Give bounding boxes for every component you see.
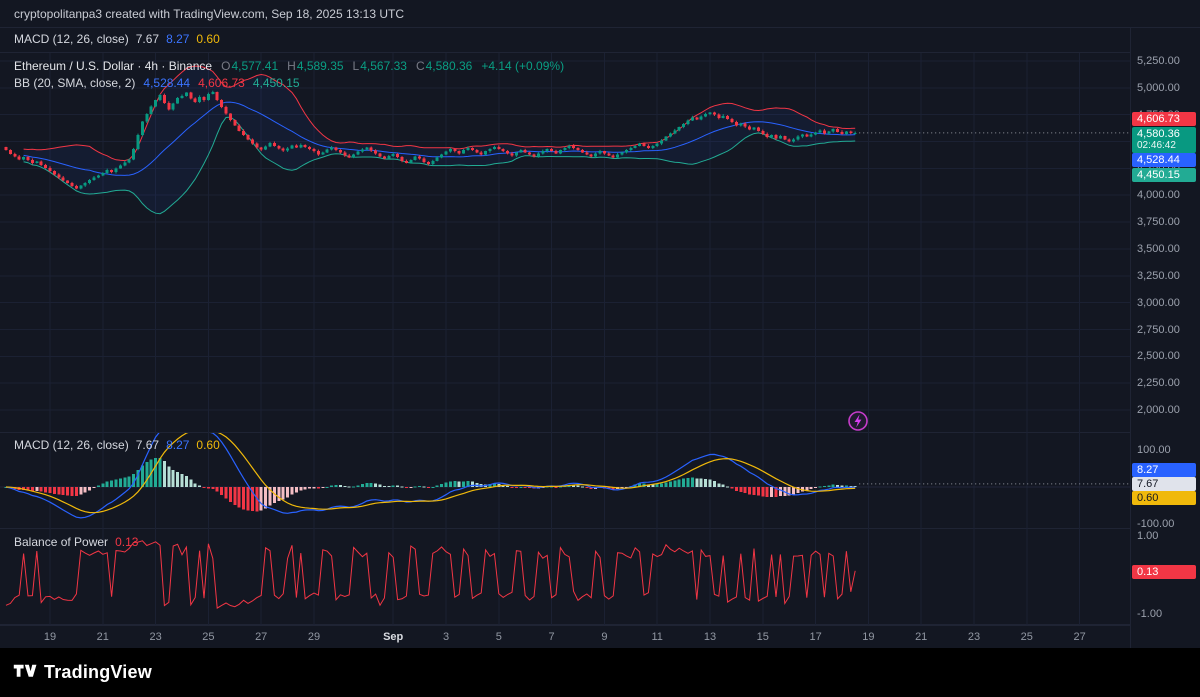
time-tick-label: 23 <box>149 631 161 643</box>
tradingview-chart-window: cryptopolitanpa3 created with TradingVie… <box>0 0 1200 697</box>
watermark-text: cryptopolitanpa3 created with TradingVie… <box>14 7 404 21</box>
axis-tick-label: 3,250.00 <box>1137 270 1180 282</box>
macd-signal-value: 0.60 <box>196 32 219 46</box>
macd-histogram-value: 7.67 <box>136 32 159 46</box>
bb-lower-price-badge: 4,450.15 <box>1132 168 1196 182</box>
price-chart-plot[interactable] <box>0 53 1130 433</box>
bop-legend: Balance of Power 0.13 <box>14 535 138 549</box>
axis-tick-label: 3,000.00 <box>1137 297 1180 309</box>
macd-legend-title[interactable]: MACD (12, 26, close) <box>14 32 129 46</box>
bop-value-badge: 0.13 <box>1132 565 1196 579</box>
macd-histogram-value: 7.67 <box>136 438 159 452</box>
axis-tick-label: 2,250.00 <box>1137 377 1180 389</box>
time-tick-label: 25 <box>1021 631 1033 643</box>
bottom-bar: TradingView <box>0 648 1200 697</box>
axis-tick-label: 3,500.00 <box>1137 243 1180 255</box>
close-value: C4,580.36 <box>416 59 472 73</box>
axis-tick-label: 3,750.00 <box>1137 216 1180 228</box>
price-change: +4.14 (+0.09%) <box>481 59 564 73</box>
macd-line-badge: 8.27 <box>1132 463 1196 477</box>
symbol-title[interactable]: Ethereum / U.S. Dollar · 4h · Binance <box>14 59 212 73</box>
bop-value: 0.13 <box>115 535 138 549</box>
chart-watermark-icon <box>846 409 870 433</box>
time-tick-label: 3 <box>443 631 449 643</box>
time-tick-label: Sep <box>383 631 403 643</box>
bb-upper-price-badge: 4,606.73 <box>1132 112 1196 126</box>
bollinger-legend: BB (20, SMA, close, 2) 4,528.44 4,606.73… <box>14 76 300 90</box>
macd-line-value: 8.27 <box>166 32 189 46</box>
last-price-countdown-badge: 4,580.3602:46:42 <box>1132 127 1196 153</box>
time-tick-label: 19 <box>862 631 874 643</box>
macd-pane-legend: MACD (12, 26, close) 7.67 8.27 0.60 <box>14 438 220 452</box>
macd-signal-value: 0.60 <box>196 438 219 452</box>
axis-tick-label: 5,250.00 <box>1137 55 1180 67</box>
bop-legend-title[interactable]: Balance of Power <box>14 535 108 549</box>
macd-pane[interactable]: MACD (12, 26, close) 7.67 8.27 0.60 <box>0 433 1130 529</box>
bb-upper-value: 4,606.73 <box>198 76 245 90</box>
axis-tick-label: 1.00 <box>1137 530 1158 542</box>
time-tick-label: 29 <box>308 631 320 643</box>
axis-tick-label: 100.00 <box>1137 444 1171 456</box>
bb-lower-value: 4,450.15 <box>253 76 300 90</box>
tradingview-logo[interactable]: TradingView <box>0 658 152 688</box>
bb-basis-price-badge: 4,528.44 <box>1132 153 1196 167</box>
axis-tick-label: -100.00 <box>1137 518 1174 530</box>
symbol-legend: Ethereum / U.S. Dollar · 4h · Binance O4… <box>14 59 564 73</box>
time-tick-label: 15 <box>757 631 769 643</box>
time-tick-label: 19 <box>44 631 56 643</box>
tradingview-wordmark: TradingView <box>44 662 152 683</box>
axis-tick-label: 2,000.00 <box>1137 404 1180 416</box>
balance-of-power-pane[interactable]: Balance of Power 0.13 <box>0 529 1130 625</box>
high-value: H4,589.35 <box>287 59 343 73</box>
time-axis[interactable]: 19 21 23 25 27 29 Sep 3 5 7 9 11 13 15 17 19 21 23 25 27 <box>0 625 1130 648</box>
time-tick-label: 11 <box>651 631 662 643</box>
time-tick-label: 17 <box>809 631 821 643</box>
axis-tick-label: 5,000.00 <box>1137 82 1180 94</box>
bollinger-legend-title[interactable]: BB (20, SMA, close, 2) <box>14 76 135 90</box>
axis-tick-label: 4,000.00 <box>1137 189 1180 201</box>
time-tick-label: 21 <box>97 631 109 643</box>
watermark-bar: cryptopolitanpa3 created with TradingVie… <box>0 0 1200 28</box>
axis-tick-label: 2,750.00 <box>1137 324 1180 336</box>
bb-basis-value: 4,528.44 <box>143 76 190 90</box>
time-tick-label: 23 <box>968 631 980 643</box>
low-value: L4,567.33 <box>353 59 407 73</box>
time-tick-label: 21 <box>915 631 927 643</box>
macd-line-value: 8.27 <box>166 438 189 452</box>
bop-chart-plot[interactable] <box>0 529 1130 625</box>
axis-tick-label: 2,500.00 <box>1137 350 1180 362</box>
macd-top-strip-pane[interactable]: MACD (12, 26, close) 7.67 8.27 0.60 <box>0 28 1130 53</box>
macd-legend-title[interactable]: MACD (12, 26, close) <box>14 438 129 452</box>
time-tick-label: 5 <box>496 631 502 643</box>
time-tick-label: 27 <box>255 631 267 643</box>
price-pane[interactable]: Ethereum / U.S. Dollar · 4h · Binance O4… <box>0 53 1130 433</box>
time-tick-label: 27 <box>1073 631 1085 643</box>
open-value: O4,577.41 <box>221 59 278 73</box>
macd-top-legend: MACD (12, 26, close) 7.67 8.27 0.60 <box>14 32 220 46</box>
tradingview-logo-icon <box>12 658 37 688</box>
time-tick-label: 9 <box>601 631 607 643</box>
macd-signal-badge: 0.60 <box>1132 491 1196 505</box>
price-axis[interactable]: 5,250.005,000.004,750.004,500.004,250.00… <box>1130 28 1200 648</box>
macd-histogram-badge: 7.67 <box>1132 477 1196 491</box>
time-tick-label: 13 <box>704 631 716 643</box>
time-tick-label: 25 <box>202 631 214 643</box>
axis-tick-label: -1.00 <box>1137 608 1162 620</box>
time-tick-label: 7 <box>549 631 555 643</box>
